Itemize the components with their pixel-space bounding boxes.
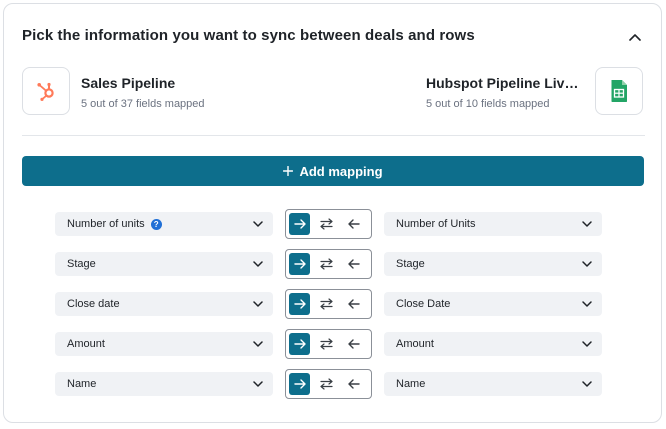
chevron-down-icon (582, 381, 592, 387)
right-field-value: Stage (396, 258, 425, 270)
sync-right-button[interactable] (289, 373, 311, 395)
source-name-right: Hubspot Pipeline Live D... (426, 75, 586, 91)
mapping-row: Number of units ? Number of Units (0, 209, 666, 239)
sync-both-button[interactable] (316, 253, 337, 275)
sync-both-button[interactable] (316, 333, 337, 355)
left-field-select[interactable]: Stage (55, 252, 273, 276)
help-icon[interactable]: ? (150, 218, 162, 230)
chevron-down-icon (582, 261, 592, 267)
arrow-left-icon (348, 379, 361, 389)
add-mapping-button[interactable]: Add mapping (22, 156, 644, 186)
chevron-up-icon (629, 34, 641, 41)
sync-left-button[interactable] (344, 293, 365, 315)
sync-direction-toggle (285, 369, 372, 399)
arrow-left-icon (348, 219, 361, 229)
arrows-bidirectional-icon (320, 298, 334, 310)
left-field-select[interactable]: Name (55, 372, 273, 396)
right-field-select[interactable]: Name (384, 372, 602, 396)
sync-direction-toggle (285, 329, 372, 359)
right-field-value: Close Date (396, 298, 451, 310)
left-field-value: Number of units (67, 218, 145, 230)
right-field-value: Amount (396, 338, 434, 350)
source-fields-right: 5 out of 10 fields mapped (426, 98, 550, 110)
arrows-bidirectional-icon (320, 378, 334, 390)
arrows-bidirectional-icon (320, 218, 334, 230)
arrow-left-icon (348, 339, 361, 349)
chevron-down-icon (582, 221, 592, 227)
source-name-left: Sales Pipeline (81, 75, 176, 91)
arrow-right-icon (293, 299, 306, 309)
left-field-value: Stage (67, 258, 96, 270)
left-field-select[interactable]: Close date (55, 292, 273, 316)
chevron-down-icon (253, 221, 263, 227)
arrows-bidirectional-icon (320, 338, 334, 350)
sync-left-button[interactable] (344, 253, 365, 275)
right-field-select[interactable]: Close Date (384, 292, 602, 316)
right-field-select[interactable]: Amount (384, 332, 602, 356)
sync-right-button[interactable] (289, 213, 311, 235)
section-title: Pick the information you want to sync be… (22, 27, 475, 44)
right-field-select[interactable]: Stage (384, 252, 602, 276)
hubspot-logo-box (22, 67, 70, 115)
google-sheets-icon (611, 80, 627, 103)
sync-right-button[interactable] (289, 253, 311, 275)
left-field-select[interactable]: Number of units ? (55, 212, 273, 236)
mapping-row: Name Name (0, 369, 666, 399)
sync-both-button[interactable] (316, 213, 337, 235)
sync-right-button[interactable] (289, 293, 311, 315)
arrow-left-icon (348, 259, 361, 269)
arrows-bidirectional-icon (320, 258, 334, 270)
add-mapping-label: Add mapping (299, 163, 383, 179)
left-field-value: Amount (67, 338, 105, 350)
sync-direction-toggle (285, 249, 372, 279)
chevron-down-icon (253, 341, 263, 347)
right-field-select[interactable]: Number of Units (384, 212, 602, 236)
hubspot-icon (37, 82, 54, 101)
sync-left-button[interactable] (344, 333, 365, 355)
arrow-right-icon (293, 339, 306, 349)
chevron-down-icon (253, 381, 263, 387)
arrow-right-icon (293, 379, 306, 389)
sync-left-button[interactable] (344, 213, 365, 235)
arrow-right-icon (293, 219, 306, 229)
right-field-value: Name (396, 378, 426, 390)
sync-both-button[interactable] (316, 293, 337, 315)
sync-direction-toggle (285, 289, 372, 319)
plus-icon (283, 166, 294, 176)
sync-both-button[interactable] (316, 373, 337, 395)
sync-right-button[interactable] (289, 333, 311, 355)
sheets-logo-box (595, 67, 643, 115)
arrow-left-icon (348, 299, 361, 309)
chevron-down-icon (253, 301, 263, 307)
mapping-row: Stage Stage (0, 249, 666, 279)
mapping-row: Close date Close Date (0, 289, 666, 319)
chevron-down-icon (253, 261, 263, 267)
arrow-right-icon (293, 259, 306, 269)
mapping-row: Amount Amount (0, 329, 666, 359)
sync-left-button[interactable] (344, 373, 365, 395)
chevron-down-icon (582, 301, 592, 307)
source-fields-left: 5 out of 37 fields mapped (81, 98, 205, 110)
left-field-value: Name (67, 378, 97, 390)
right-field-value: Number of Units (396, 218, 476, 230)
left-field-value: Close date (67, 298, 120, 310)
sync-direction-toggle (285, 209, 372, 239)
chevron-down-icon (582, 341, 592, 347)
divider (22, 135, 645, 136)
collapse-button[interactable] (624, 26, 646, 48)
left-field-select[interactable]: Amount (55, 332, 273, 356)
